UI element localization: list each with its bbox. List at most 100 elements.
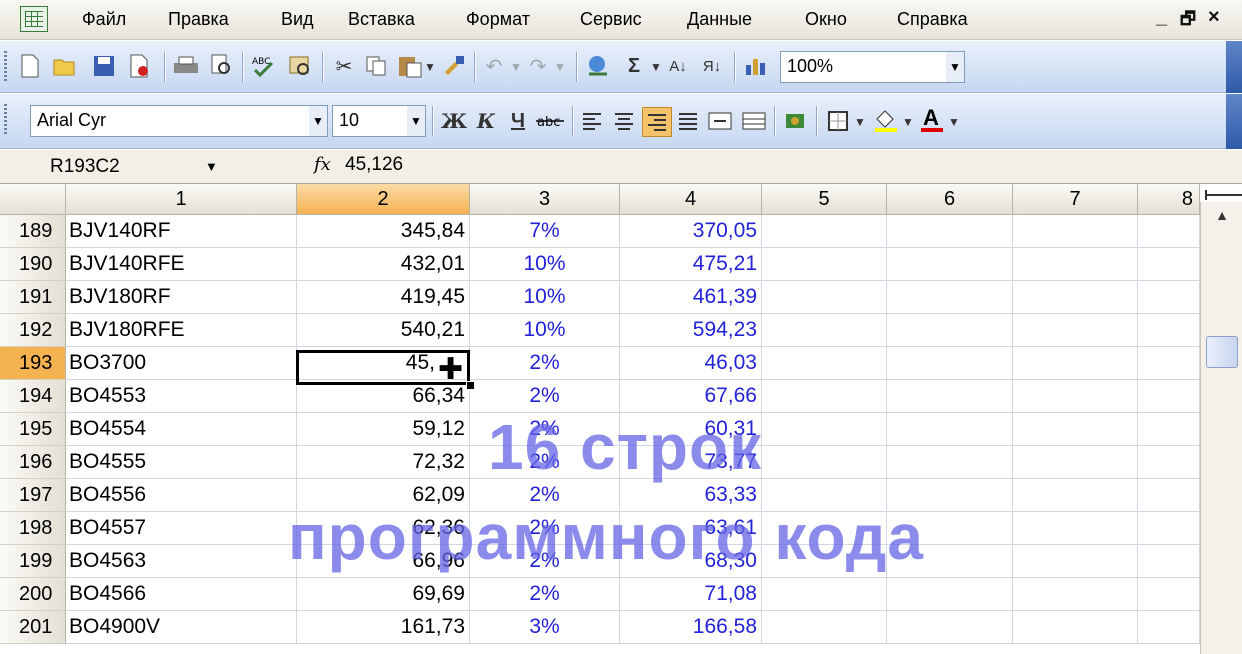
cell-total[interactable]: 68,30 (620, 545, 762, 578)
fill-color-dropdown-icon[interactable]: ▼ (902, 115, 914, 129)
fill-handle[interactable] (466, 381, 475, 390)
cell-total[interactable]: 71,08 (620, 578, 762, 611)
cell-empty[interactable] (1138, 479, 1200, 512)
row-header[interactable]: 194 (0, 380, 66, 413)
sort-descending-icon[interactable]: Я↓ (698, 52, 726, 80)
autosum-icon[interactable]: Σ (620, 52, 648, 80)
menu-help[interactable]: Справка (897, 9, 968, 30)
cell-total[interactable]: 166,58 (620, 611, 762, 644)
cut-icon[interactable]: ✂ (330, 52, 358, 80)
menu-edit[interactable]: Правка (168, 9, 229, 30)
cell-percent[interactable]: 2% (470, 347, 620, 380)
minimize-icon[interactable]: _ (1156, 6, 1167, 29)
cell-empty[interactable] (887, 413, 1013, 446)
column-header[interactable]: 7 (1013, 184, 1138, 215)
cell-percent[interactable]: 2% (470, 413, 620, 446)
sort-ascending-icon[interactable]: A↓ (664, 52, 692, 80)
menu-view[interactable]: Вид (281, 9, 314, 30)
cell-total[interactable]: 594,23 (620, 314, 762, 347)
cell-total[interactable]: 461,39 (620, 281, 762, 314)
column-header[interactable]: 8 (1138, 184, 1200, 215)
research-icon[interactable] (286, 52, 314, 80)
cell-total[interactable]: 46,03 (620, 347, 762, 380)
row-header[interactable]: 196 (0, 446, 66, 479)
redo-icon[interactable]: ↷ (524, 52, 552, 80)
toolbar-options-icon[interactable] (1226, 41, 1242, 93)
chevron-down-icon[interactable]: ▼ (309, 106, 327, 136)
cell-empty[interactable] (1013, 347, 1138, 380)
cell-empty[interactable] (1138, 314, 1200, 347)
cell-percent[interactable]: 7% (470, 215, 620, 248)
cell-code[interactable]: BJV180RF (66, 281, 297, 314)
chevron-down-icon[interactable]: ▼ (407, 106, 425, 136)
undo-dropdown-icon[interactable]: ▼ (510, 60, 522, 74)
align-right-icon[interactable] (642, 107, 672, 137)
cell-empty[interactable] (762, 545, 887, 578)
italic-button[interactable]: К (472, 107, 500, 135)
menu-window[interactable]: Окно (805, 9, 847, 30)
cell-empty[interactable] (1138, 215, 1200, 248)
cell-price[interactable]: 62,09 (297, 479, 470, 512)
zoom-select[interactable]: 100% ▼ (780, 51, 965, 83)
cell-empty[interactable] (1013, 248, 1138, 281)
fill-color-icon[interactable] (872, 107, 900, 135)
cell-empty[interactable] (887, 578, 1013, 611)
cell-percent[interactable]: 2% (470, 545, 620, 578)
new-icon[interactable] (16, 52, 44, 80)
row-header[interactable]: 190 (0, 248, 66, 281)
cell-empty[interactable] (762, 248, 887, 281)
paste-icon[interactable] (396, 52, 424, 80)
chart-wizard-icon[interactable] (742, 52, 770, 80)
hyperlink-icon[interactable] (584, 52, 612, 80)
currency-style-icon[interactable] (782, 107, 810, 135)
print-preview-icon[interactable] (208, 52, 236, 80)
cell-empty[interactable] (762, 347, 887, 380)
row-header[interactable]: 193 (0, 347, 66, 380)
justify-icon[interactable] (674, 107, 702, 135)
row-header[interactable]: 201 (0, 611, 66, 644)
cell-percent[interactable]: 2% (470, 380, 620, 413)
cell-price[interactable]: 69,69 (297, 578, 470, 611)
borders-dropdown-icon[interactable]: ▼ (854, 115, 866, 129)
cell-price[interactable]: 59,12 (297, 413, 470, 446)
formula-input[interactable]: 45,126 (345, 154, 403, 176)
column-header[interactable]: 1 (66, 184, 297, 215)
cell-code[interactable]: BO4555 (66, 446, 297, 479)
cell-empty[interactable] (887, 215, 1013, 248)
cell-empty[interactable] (762, 413, 887, 446)
vertical-scrollbar[interactable]: ▲ (1200, 202, 1242, 654)
cell-total[interactable]: 60,31 (620, 413, 762, 446)
column-header[interactable]: 5 (762, 184, 887, 215)
cell-empty[interactable] (762, 446, 887, 479)
borders-icon[interactable] (824, 107, 852, 135)
save-icon[interactable] (90, 52, 118, 80)
cell-percent[interactable]: 3% (470, 611, 620, 644)
cell-empty[interactable] (1013, 611, 1138, 644)
column-header[interactable]: 4 (620, 184, 762, 215)
toolbar-grip[interactable] (4, 104, 7, 136)
cell-empty[interactable] (887, 281, 1013, 314)
cell-empty[interactable] (887, 314, 1013, 347)
cell-code[interactable]: BJV140RFE (66, 248, 297, 281)
cell-price[interactable]: 419,45 (297, 281, 470, 314)
column-header-active[interactable]: 2 (297, 184, 470, 215)
menu-tools[interactable]: Сервис (580, 9, 642, 30)
cell-total[interactable]: 475,21 (620, 248, 762, 281)
cell-empty[interactable] (762, 611, 887, 644)
cell-percent[interactable]: 10% (470, 314, 620, 347)
menu-format[interactable]: Формат (466, 9, 530, 30)
cell-code[interactable]: BJV140RF (66, 215, 297, 248)
undo-icon[interactable]: ↶ (480, 52, 508, 80)
cell-empty[interactable] (887, 248, 1013, 281)
cell-percent[interactable]: 10% (470, 281, 620, 314)
chevron-down-icon[interactable]: ▼ (946, 52, 964, 82)
insert-function-icon[interactable]: fx (314, 154, 331, 175)
font-size-select[interactable]: 10 ▼ (332, 105, 426, 137)
cell-empty[interactable] (887, 512, 1013, 545)
row-header[interactable]: 192 (0, 314, 66, 347)
cell-empty[interactable] (1013, 314, 1138, 347)
cell-empty[interactable] (1138, 347, 1200, 380)
cell-percent[interactable]: 2% (470, 578, 620, 611)
cell-empty[interactable] (887, 380, 1013, 413)
cell-total[interactable]: 73,77 (620, 446, 762, 479)
